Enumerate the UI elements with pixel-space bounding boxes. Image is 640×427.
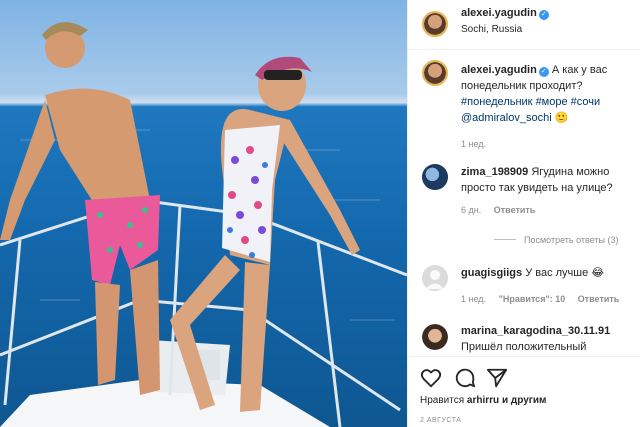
likes-prefix: Нравится (420, 395, 465, 406)
likes-summary: Нравится arhirru и другим (420, 395, 546, 406)
reply-button[interactable]: Ответить (578, 294, 620, 304)
commenter-avatar[interactable] (422, 164, 448, 190)
comment: zima_198909 Ягудина можно просто так уви… (461, 164, 637, 218)
caption-emoji: 🙂 (554, 112, 569, 124)
hashtag-link[interactable]: #понедельник (461, 96, 533, 108)
comment-bubble-icon[interactable] (454, 367, 476, 389)
hashtag-link[interactable]: #море (536, 96, 568, 108)
comment-username[interactable]: marina_karagodina_30.11.91 (461, 325, 610, 337)
commenter-avatar[interactable] (422, 324, 448, 350)
post-photo[interactable] (0, 0, 407, 427)
mention-link[interactable]: @admiralov_sochi (461, 112, 552, 124)
view-replies-button[interactable]: Посмотреть ответы (3) (494, 235, 619, 245)
replies-divider (494, 239, 516, 240)
comment-time[interactable]: 1 нед. (461, 294, 486, 304)
verified-badge-icon: ✓ (538, 10, 549, 20)
comment-username[interactable]: guagisgiigs (461, 267, 522, 279)
man-figure (0, 22, 160, 395)
location-link[interactable]: Sochi, Russia (461, 24, 522, 35)
paper-plane-icon[interactable] (486, 367, 508, 389)
post-header: alexei.yagudin ✓ Sochi, Russia (408, 0, 640, 50)
author-avatar[interactable] (422, 11, 448, 37)
verified-badge-icon: ✓ (538, 67, 549, 77)
commenter-avatar[interactable] (422, 265, 448, 291)
post-caption: alexei.yagudin ✓ А как у вас понедельник … (461, 62, 637, 152)
caption-username[interactable]: alexei.yagudin (461, 64, 537, 76)
post-actions: Нравится arhirru и другим 2 АВГУСТА (408, 356, 640, 427)
author-username[interactable]: alexei.yagudin (461, 7, 537, 19)
caption-time[interactable]: 1 нед. (461, 139, 486, 149)
comment-username[interactable]: zima_198909 (461, 166, 528, 178)
comment-text: У вас лучше 😂 (525, 267, 605, 279)
liked-by-others[interactable]: и другим (502, 395, 547, 406)
view-replies-label: Посмотреть ответы (3) (524, 235, 619, 245)
reply-button[interactable]: Ответить (494, 205, 536, 215)
comment: guagisgiigs У вас лучше 😂 1 нед. "Нравит… (461, 265, 637, 307)
post-date[interactable]: 2 АВГУСТА (420, 417, 461, 424)
photo-scene (0, 22, 407, 427)
comment-text: Пришёл положительный (461, 341, 587, 353)
comment-time[interactable]: 6 дн. (461, 205, 481, 215)
default-avatar-icon (426, 270, 444, 289)
comment-likes[interactable]: "Нравится": 10 (499, 294, 566, 304)
liked-by-user[interactable]: arhirru (467, 395, 499, 406)
heart-icon[interactable] (420, 367, 442, 389)
comment: marina_karagodina_30.11.91 Пришёл положи… (461, 323, 637, 355)
hashtag-link[interactable]: #сочи (571, 96, 601, 108)
caption-avatar[interactable] (422, 60, 448, 86)
post-side-panel: alexei.yagudin ✓ Sochi, Russia alexei.yag… (407, 0, 640, 427)
